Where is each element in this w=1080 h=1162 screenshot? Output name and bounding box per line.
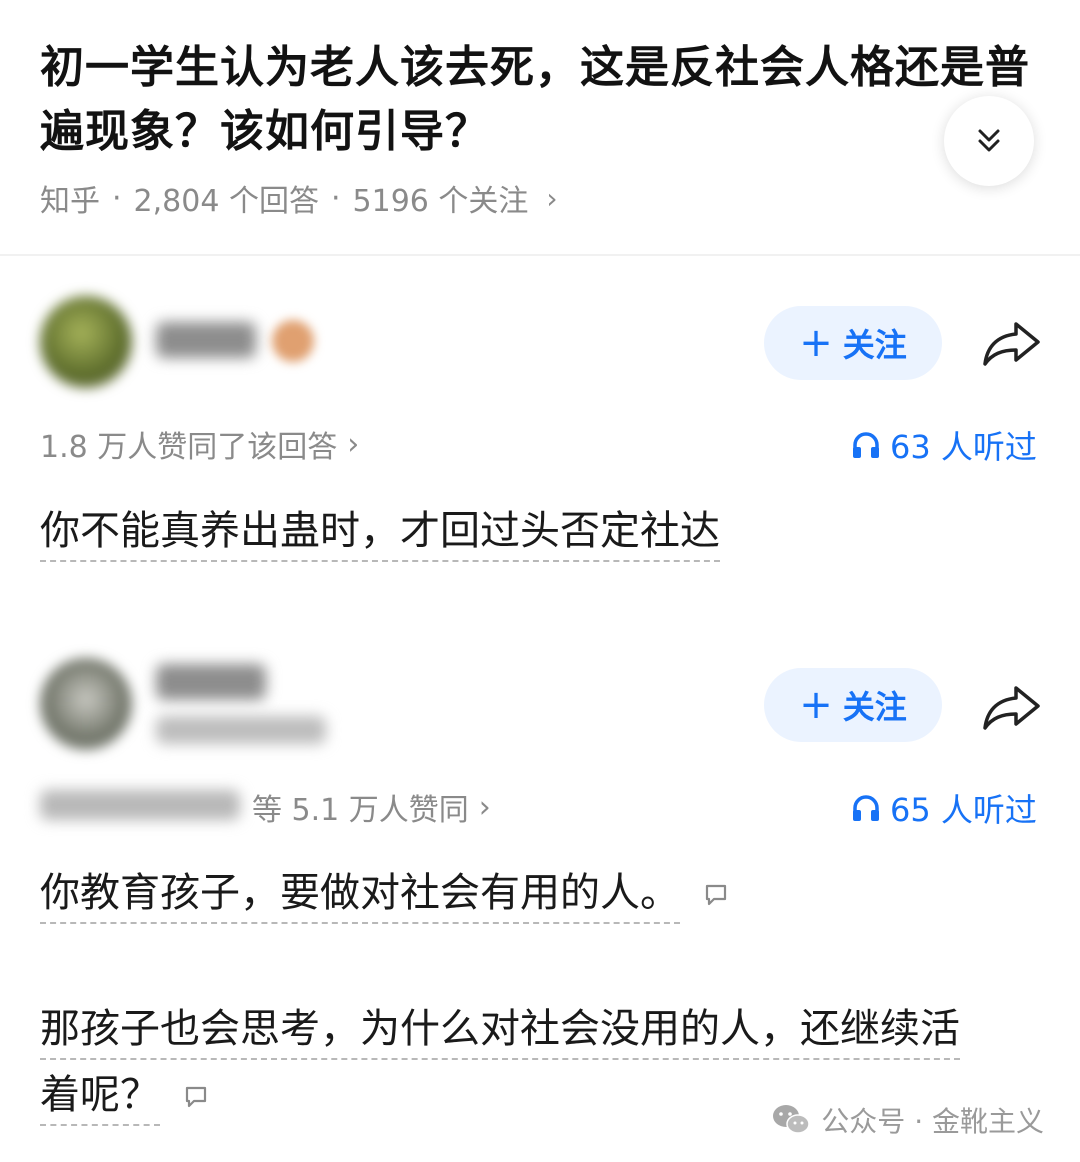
expand-collapse-button[interactable] [944,96,1034,186]
avatar[interactable] [40,296,132,388]
answer-content[interactable]: 你教育孩子，要做对社会有用的人。 [40,860,729,926]
meta-separator: · [112,180,122,216]
answer-content[interactable]: 你不能真养出蛊时，才回过头否定社达 [40,498,720,564]
divider [0,254,1080,256]
watermark-text: 公众号 · 金靴主义 [821,1105,1044,1138]
likes-text: 等 5.1 万人赞同 [252,793,469,828]
author-name-blurred[interactable] [156,664,266,700]
question-meta[interactable]: 知乎 · 2,804 个回答 · 5196 个关注 › [40,176,558,220]
source-label: 知乎 [40,184,100,219]
follower-count: 5196 个关注 [352,184,529,219]
follow-label: 关注 [842,326,907,364]
plus-icon: + [799,682,833,728]
headphones-icon [853,795,879,821]
listen-count: 65 人听过 [890,791,1037,829]
chevron-right-icon: › [546,181,558,215]
answer-count: 2,804 个回答 [133,184,319,219]
double-chevron-down-icon [978,129,1000,152]
share-icon[interactable] [980,682,1042,734]
follow-button[interactable]: + 关注 [764,668,942,742]
watermark: 公众号 · 金靴主义 [771,1100,1044,1140]
plus-icon: + [799,320,833,366]
answer-paragraph: 着呢？ [40,1072,160,1126]
meta-separator: · [330,180,341,216]
comment-icon[interactable] [703,882,729,908]
author-bio-blurred [156,716,326,744]
chevron-right-icon: › [347,426,360,462]
likes-summary[interactable]: 等 5.1 万人赞同 › [252,785,491,829]
chevron-right-icon: › [478,789,491,825]
answer-paragraph: 你教育孩子，要做对社会有用的人。 [40,870,680,924]
avatar[interactable] [40,658,132,750]
listen-button[interactable]: 63 人听过 [850,422,1037,468]
likes-summary[interactable]: 1.8 万人赞同了该回答 › [40,422,359,466]
share-icon[interactable] [980,318,1042,370]
follow-button[interactable]: + 关注 [764,306,942,380]
author-badge-blurred [272,320,314,362]
follow-label: 关注 [842,688,907,726]
answer-paragraph: 那孩子也会思考，为什么对社会没用的人，还继续活 [40,1006,960,1060]
question-title: 初一学生认为老人该去死，这是反社会人格还是普遍现象？该如何引导？ [40,42,1030,157]
headphones-icon [853,432,879,458]
liker-names-blurred [40,790,240,820]
author-name-blurred[interactable] [156,322,256,358]
listen-count: 63 人听过 [890,428,1037,466]
answer-paragraph: 你不能真养出蛊时，才回过头否定社达 [40,508,720,562]
likes-text: 1.8 万人赞同了该回答 [40,430,338,465]
listen-button[interactable]: 65 人听过 [850,785,1037,831]
wechat-icon [773,1105,811,1134]
comment-icon[interactable] [183,1084,209,1110]
